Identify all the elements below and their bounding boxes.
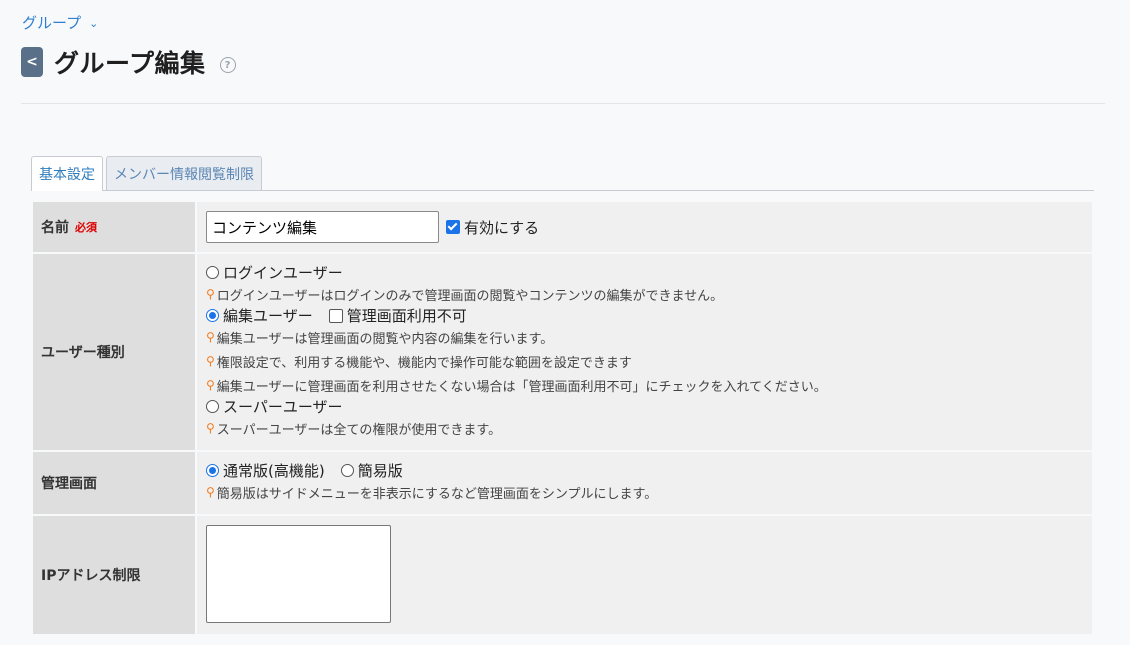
normal-label[interactable]: 通常版(高機能) <box>223 460 325 481</box>
page-title: グループ編集 <box>54 49 206 78</box>
lightbulb-icon: ⚲ <box>206 421 215 435</box>
tab-member-info-restriction[interactable]: メンバー情報閲覧制限 <box>106 156 262 190</box>
radio-super-user[interactable] <box>206 400 219 413</box>
hint-edit-user-1: ⚲ 編集ユーザーは管理画面の閲覧や内容の編集を行います。 <box>206 325 1083 349</box>
hint-super-user: ⚲ スーパーユーザーは全ての権限が使用できます。 <box>206 416 1083 440</box>
option-super-user[interactable]: スーパーユーザー <box>206 397 1083 416</box>
lightbulb-icon: ⚲ <box>206 485 215 499</box>
radio-simple[interactable] <box>340 464 354 477</box>
ip-label: IPアドレス制限 <box>33 516 195 634</box>
no-admin-checkbox[interactable] <box>328 308 343 323</box>
hint-text: 簡易版はサイドメニューを非表示にするなど管理画面をシンプルにします。 <box>216 486 658 502</box>
no-admin-label[interactable]: 管理画面利用不可 <box>347 305 467 326</box>
tab-basic-settings[interactable]: 基本設定 <box>31 156 103 191</box>
name-label-cell: 名前 必須 <box>33 202 195 252</box>
edit-user-label[interactable]: 編集ユーザー <box>223 305 313 326</box>
chevron-down-icon[interactable]: ⌄ <box>89 17 98 30</box>
name-field-cell: 有効にする <box>197 202 1092 252</box>
lightbulb-icon: ⚲ <box>206 354 215 368</box>
option-login-user[interactable]: ログインユーザー <box>206 263 1083 282</box>
simple-label[interactable]: 簡易版 <box>358 460 403 481</box>
hint-text: 権限設定で、利用する機能や、機能内で操作可能な範囲を設定できます <box>216 355 632 371</box>
user-type-field-cell: ログインユーザー ⚲ ログインユーザーはログインのみで管理画面の閲覧やコンテンツ… <box>197 254 1092 450</box>
hint-text: 編集ユーザーに管理画面を利用させたくない場合は「管理画面利用不可」にチェックを入… <box>216 379 827 395</box>
hint-text: ログインユーザーはログインのみで管理画面の閲覧やコンテンツの編集ができません。 <box>216 288 724 304</box>
name-input[interactable] <box>206 211 439 243</box>
ip-textarea[interactable] <box>206 525 391 623</box>
hint-admin-screen: ⚲ 簡易版はサイドメニューを非表示にするなど管理画面をシンプルにします。 <box>206 480 1083 504</box>
title-row: < グループ編集 ? <box>21 44 236 80</box>
hint-text: スーパーユーザーは全ての権限が使用できます。 <box>216 422 502 438</box>
chevron-left-icon: < <box>26 54 38 70</box>
hint-edit-user-3: ⚲ 編集ユーザーに管理画面を利用させたくない場合は「管理画面利用不可」にチェック… <box>206 373 1083 397</box>
admin-screen-field-cell: 通常版(高機能) 簡易版 ⚲ 簡易版はサイドメニューを非表示にするなど管理画面を… <box>197 452 1092 514</box>
enable-checkbox[interactable] <box>446 220 460 234</box>
enable-label[interactable]: 有効にする <box>464 217 539 238</box>
login-user-label[interactable]: ログインユーザー <box>223 262 343 283</box>
required-badge: 必須 <box>75 221 97 234</box>
user-type-label: ユーザー種別 <box>33 254 195 450</box>
lightbulb-icon: ⚲ <box>206 330 215 344</box>
hint-edit-user-2: ⚲ 権限設定で、利用する機能や、機能内で操作可能な範囲を設定できます <box>206 349 1083 373</box>
lightbulb-icon: ⚲ <box>206 378 215 392</box>
divider <box>21 103 1105 104</box>
lightbulb-icon: ⚲ <box>206 287 215 301</box>
option-edit-user[interactable]: 編集ユーザー 管理画面利用不可 <box>206 306 1083 325</box>
breadcrumb-label[interactable]: グループ <box>22 12 81 33</box>
group-form: 名前 必須 有効にする ユーザー種別 ログインユーザー ⚲ ログインユーザーはロ… <box>33 202 1092 636</box>
back-button[interactable]: < <box>21 47 43 77</box>
ip-row: IPアドレス制限 <box>33 516 1092 634</box>
tab-bar: 基本設定 メンバー情報閲覧制限 <box>31 156 1094 191</box>
hint-login-user: ⚲ ログインユーザーはログインのみで管理画面の閲覧やコンテンツの編集ができません… <box>206 282 1083 306</box>
radio-edit-user[interactable] <box>206 309 219 322</box>
name-label: 名前 <box>41 220 69 236</box>
name-row: 名前 必須 有効にする <box>33 202 1092 252</box>
hint-text: 編集ユーザーは管理画面の閲覧や内容の編集を行います。 <box>216 331 554 347</box>
admin-screen-options: 通常版(高機能) 簡易版 <box>206 461 1083 480</box>
help-icon[interactable]: ? <box>219 57 236 73</box>
admin-screen-label: 管理画面 <box>33 452 195 514</box>
ip-field-cell <box>197 516 1092 634</box>
radio-login-user[interactable] <box>206 266 219 279</box>
breadcrumb[interactable]: グループ ⌄ <box>22 12 98 33</box>
radio-normal[interactable] <box>206 464 219 477</box>
admin-screen-row: 管理画面 通常版(高機能) 簡易版 ⚲ 簡易版はサイドメニューを非表示にするなど… <box>33 452 1092 514</box>
super-user-label[interactable]: スーパーユーザー <box>223 396 343 417</box>
user-type-row: ユーザー種別 ログインユーザー ⚲ ログインユーザーはログインのみで管理画面の閲… <box>33 254 1092 450</box>
